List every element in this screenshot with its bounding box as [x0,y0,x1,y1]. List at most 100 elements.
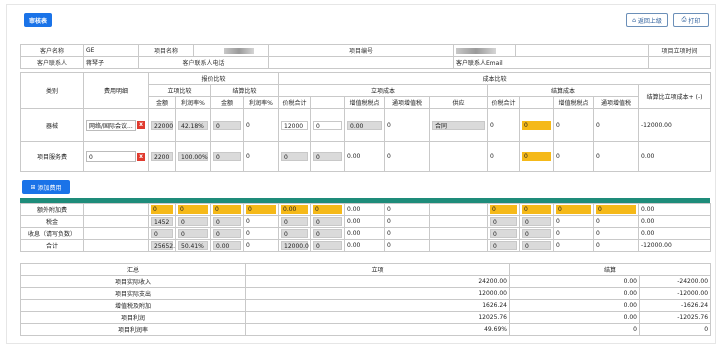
customer-name-label: 客户名称 [20,44,84,57]
settle-deduct: 0 [593,215,639,228]
settle-no-tax-input[interactable]: 0 [522,205,551,214]
back-button[interactable]: ⌂ 返回上级 [626,13,668,27]
main-amount: 2200 [151,152,173,161]
main-amount: 1452 [151,217,173,226]
totals-diff: -12000.00 [638,287,712,300]
contact-email-value[interactable] [648,56,711,69]
settle-vat: 0 [553,227,594,240]
settle-deduct: 0 [593,239,639,252]
settle-vat: 0 [553,108,595,142]
main-amount: 0 [151,229,173,238]
settle-tax-total: 0 [487,141,521,172]
vat-rate-header: 增值税税点 [344,96,386,109]
tax-total-header: 价税合计 [278,96,312,109]
settle-no-tax-input[interactable]: 0 [522,120,552,130]
print-button-label: 打印 [688,17,701,25]
main-rate: 0 [178,217,208,226]
summary-label: 税金 [20,215,84,228]
summary-label: 收息（请写负数） [20,227,84,240]
profit-rate-header: 利润率% [175,96,211,109]
main-compare-header: 立项比较 [148,84,211,97]
settle-tax-total-input[interactable]: 0 [490,205,517,214]
no-tax-amount-header: 无票金额 [519,96,555,109]
main-deduct: 0 [384,239,430,252]
print-button[interactable]: ⎙ 打印 [673,13,709,27]
totals-main: 24200.00 [245,275,510,288]
customer-name-value[interactable]: GE [83,44,139,57]
settle-vat-input[interactable]: 0 [556,205,591,214]
settle-no-tax-input[interactable]: 0 [522,152,552,161]
tax-total-header: 价税合计 [487,96,521,109]
main-amount: 22000 [151,120,173,130]
settle-rate-input[interactable]: 0 [246,205,276,214]
settle-rate: 0 [242,141,280,172]
diff-value: 0.00 [638,203,711,216]
settle-rate: 0 [243,227,279,240]
add-fee-button[interactable]: ⊞ 添加费用 [22,180,70,194]
totals-settle: 0.00 [509,311,640,324]
main-tax-total-input[interactable]: 12000 [281,120,309,130]
main-tax-total-input[interactable]: 0.00 [281,205,308,214]
diff-value: -12000.00 [638,108,712,142]
extra-fees-table: 额外附加费 0 0 0 0 0.00 0 0.00 0 0 0 0 0 0.00… [20,203,711,252]
redacted-text [456,47,496,54]
project-code-value[interactable] [453,44,516,57]
amount-header: 金额 [210,96,244,109]
main-no-tax: 0 [313,217,342,226]
delete-icon[interactable]: x [137,121,145,129]
project-date-label: 项目立项时间 [648,44,711,57]
settle-deduct: 0 [593,141,640,172]
delete-icon[interactable]: x [137,152,145,161]
contact-email-label: 客户联系人Email [453,56,649,69]
summary-header: 汇总 [20,263,246,276]
settle-cost-header: 结算成本 [487,84,640,97]
totals-main: 12000.00 [245,287,510,300]
main-deduct: 0 [384,108,431,142]
main-rate: 0 [178,229,208,238]
settle-amount: 0 [213,152,241,161]
main-no-tax-input[interactable]: 0 [313,120,343,130]
totals-settle: 0.00 [509,275,640,288]
totals-label: 项目利润 [20,311,246,324]
main-cost-header: 立项成本 [278,84,489,97]
settle-no-tax: 0 [522,229,551,238]
settle-tax-total: 0 [487,108,521,142]
contact-value[interactable]: 蒋琴子 [83,56,139,69]
main-deduct: 0 [384,141,431,172]
settle-rate: 0 [242,108,280,142]
main-vat: 0.00 [344,141,386,172]
fee-input[interactable]: 0 [86,151,136,162]
main-deduct: 0 [384,215,430,228]
settle-deduct: 0 [593,227,639,240]
quote-compare-header: 报价比较 [147,72,280,85]
settle-amount: 0 [213,217,241,226]
supplier-cell [429,141,489,172]
main-rate-input[interactable]: 0 [178,205,208,214]
fee-detail-header: 费用明细 [83,72,149,109]
settle-amount-input[interactable]: 0 [213,205,241,214]
main-no-tax-input[interactable]: 0 [313,205,342,214]
main-amount-input[interactable]: 0 [151,205,173,214]
project-name-value[interactable] [193,44,269,57]
contact-phone-value[interactable] [268,56,454,69]
totals-main: 12025.76 [245,311,510,324]
settle-compare-header: 结算比较 [209,84,280,97]
totals-settle: 0.00 [509,299,640,312]
submit-review-button[interactable]: 审核表 [24,13,52,27]
settle-rate: 0 [243,239,279,252]
totals-main: 1626.24 [245,299,510,312]
settle-tax-total: 0 [490,241,517,250]
printer-icon: ⎙ [681,16,687,23]
summary-label: 合计 [20,239,84,252]
main-tax-total: 0 [281,217,308,226]
main-vat: 0.00 [344,215,385,228]
main-rate: 42.18% [178,120,208,130]
supplier-select[interactable]: 合同 [432,120,486,130]
fee-input[interactable]: 网络/国际会议... [86,119,136,131]
totals-diff: -12025.76 [638,311,712,324]
row-category: 项目服务费 [20,141,84,172]
main-deduct: 0 [384,203,430,216]
main-vat: 0.00 [344,227,385,240]
totals-label: 项目利润率 [20,323,246,336]
settle-deduct-input[interactable]: 0 [596,205,636,214]
